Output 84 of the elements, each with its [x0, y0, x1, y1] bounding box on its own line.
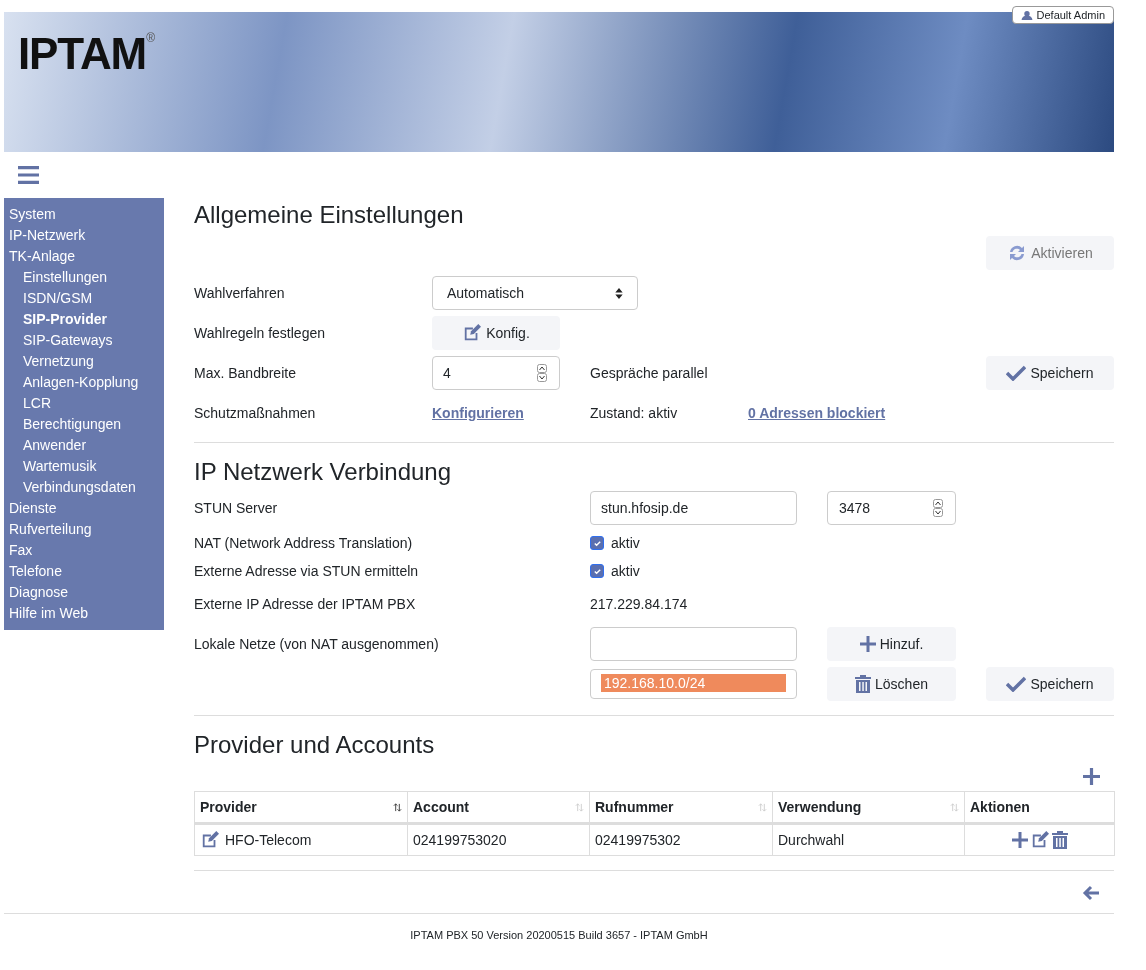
- user-button[interactable]: Default Admin: [1011, 6, 1114, 24]
- user-icon: [1020, 10, 1033, 20]
- table-cell: 024199753020: [407, 823, 590, 856]
- sidebar-subitem[interactable]: Berechtigungen: [4, 414, 164, 435]
- sidebar-item[interactable]: TK-Anlage: [4, 246, 164, 267]
- sidebar-subitem[interactable]: SIP-Provider: [4, 309, 164, 330]
- provider-name: HFO-Telecom: [225, 830, 312, 850]
- back-arrow-icon[interactable]: [1082, 885, 1100, 901]
- external-ip-value: 217.229.84.174: [590, 594, 688, 614]
- menu-icon[interactable]: [18, 166, 39, 184]
- port-input[interactable]: 3478: [827, 491, 956, 525]
- field-label: Wahlregeln festlegen: [194, 323, 326, 343]
- field-label: Max. Bandbreite: [194, 363, 297, 383]
- field-label: NAT (Network Address Translation): [194, 533, 414, 553]
- checkbox[interactable]: [590, 564, 604, 578]
- configure-button[interactable]: Konfig.: [432, 316, 560, 350]
- section-title: Allgemeine Einstellungen: [194, 200, 465, 230]
- check-icon: [1006, 365, 1027, 381]
- sidebar-item[interactable]: Hilfe im Web: [4, 603, 164, 624]
- column-header[interactable]: Rufnummer: [589, 791, 773, 824]
- column-header[interactable]: Provider: [194, 791, 408, 824]
- protection-state: Zustand: aktiv: [590, 403, 679, 423]
- add-icon[interactable]: [1083, 768, 1100, 785]
- sidebar-subitem[interactable]: Anwender: [4, 435, 164, 456]
- field-label: Externe Adresse via STUN ermitteln: [194, 561, 420, 581]
- edit-icon[interactable]: [200, 831, 220, 849]
- section-title: Provider und Accounts: [194, 730, 436, 760]
- blocked-addresses-link[interactable]: 0 Adressen blockiert: [748, 402, 886, 424]
- column-header[interactable]: Verwendung: [772, 791, 965, 824]
- sidebar-item[interactable]: System: [4, 204, 164, 225]
- sidebar-item[interactable]: IP-Netzwerk: [4, 225, 164, 246]
- logo: IPTAM: [18, 32, 147, 76]
- sidebar-subitem[interactable]: Wartemusik: [4, 456, 164, 477]
- table-cell: 02419975302: [589, 823, 773, 856]
- edit-icon: [462, 324, 483, 342]
- add-button[interactable]: Hinzuf.: [827, 627, 956, 661]
- sidebar-subitem[interactable]: SIP-Gateways: [4, 330, 164, 351]
- plus-icon[interactable]: [1011, 832, 1028, 848]
- network-list-item[interactable]: 192.168.10.0/24: [601, 674, 786, 692]
- sidebar-subitem[interactable]: LCR: [4, 393, 164, 414]
- spinner-arrows-icon: [537, 364, 547, 382]
- field-label: Lokale Netze (von NAT ausgenommen): [194, 635, 440, 654]
- checkbox-label: aktiv: [611, 533, 640, 553]
- table-cell: Durchwahl: [772, 823, 965, 856]
- sidebar-subitem[interactable]: Vernetzung: [4, 351, 164, 372]
- sidebar-item[interactable]: Dienste: [4, 498, 164, 519]
- footer-text: IPTAM PBX 50 Version 20200515 Build 3657 - IPTAM GmbH: [410, 928, 708, 943]
- sidebar-subitem[interactable]: Verbindungsdaten: [4, 477, 164, 498]
- plus-icon: [859, 636, 876, 652]
- registered-mark: ®: [146, 32, 155, 44]
- field-label: Wahlverfahren: [194, 283, 286, 303]
- dial-method-select[interactable]: Automatisch: [432, 276, 638, 310]
- select-arrows-icon: [615, 287, 623, 299]
- spinner-arrows-icon: [933, 499, 943, 517]
- column-header[interactable]: Account: [407, 791, 590, 824]
- sidebar-item[interactable]: Telefone: [4, 561, 164, 582]
- network-input[interactable]: [590, 627, 797, 661]
- bandwidth-input[interactable]: 4: [432, 356, 560, 390]
- sort-icon[interactable]: [393, 802, 402, 812]
- sidebar-item[interactable]: Diagnose: [4, 582, 164, 603]
- sidebar-item[interactable]: Fax: [4, 540, 164, 561]
- column-header[interactable]: Aktionen: [964, 791, 1115, 824]
- field-label: Schutzmaßnahmen: [194, 403, 317, 423]
- save-button[interactable]: Speichern: [986, 667, 1114, 701]
- field-label: Externe IP Adresse der IPTAM PBX: [194, 594, 417, 614]
- delete-button[interactable]: Löschen: [827, 667, 956, 701]
- sidebar-item[interactable]: Rufverteilung: [4, 519, 164, 540]
- checkmark-icon: [592, 538, 602, 548]
- checkmark-icon: [592, 566, 602, 576]
- stun-server-input[interactable]: stun.hfosip.de: [590, 491, 797, 525]
- sidebar-subitem[interactable]: Einstellungen: [4, 267, 164, 288]
- configure-link[interactable]: Konfigurieren: [432, 404, 524, 421]
- check-icon: [1006, 676, 1027, 692]
- checkbox[interactable]: [590, 536, 604, 550]
- trash-icon: [855, 675, 872, 693]
- field-unit: Gespräche parallel: [590, 363, 709, 383]
- trash-icon[interactable]: [1051, 831, 1068, 849]
- checkbox-label: aktiv: [611, 561, 640, 581]
- sidebar-subitem[interactable]: ISDN/GSM: [4, 288, 164, 309]
- section-title: IP Netzwerk Verbindung: [194, 457, 453, 487]
- field-label: STUN Server: [194, 498, 279, 518]
- save-button[interactable]: Speichern: [986, 356, 1114, 390]
- network-list[interactable]: 192.168.10.0/24: [590, 669, 797, 699]
- sidebar-subitem[interactable]: Anlagen-Kopplung: [4, 372, 164, 393]
